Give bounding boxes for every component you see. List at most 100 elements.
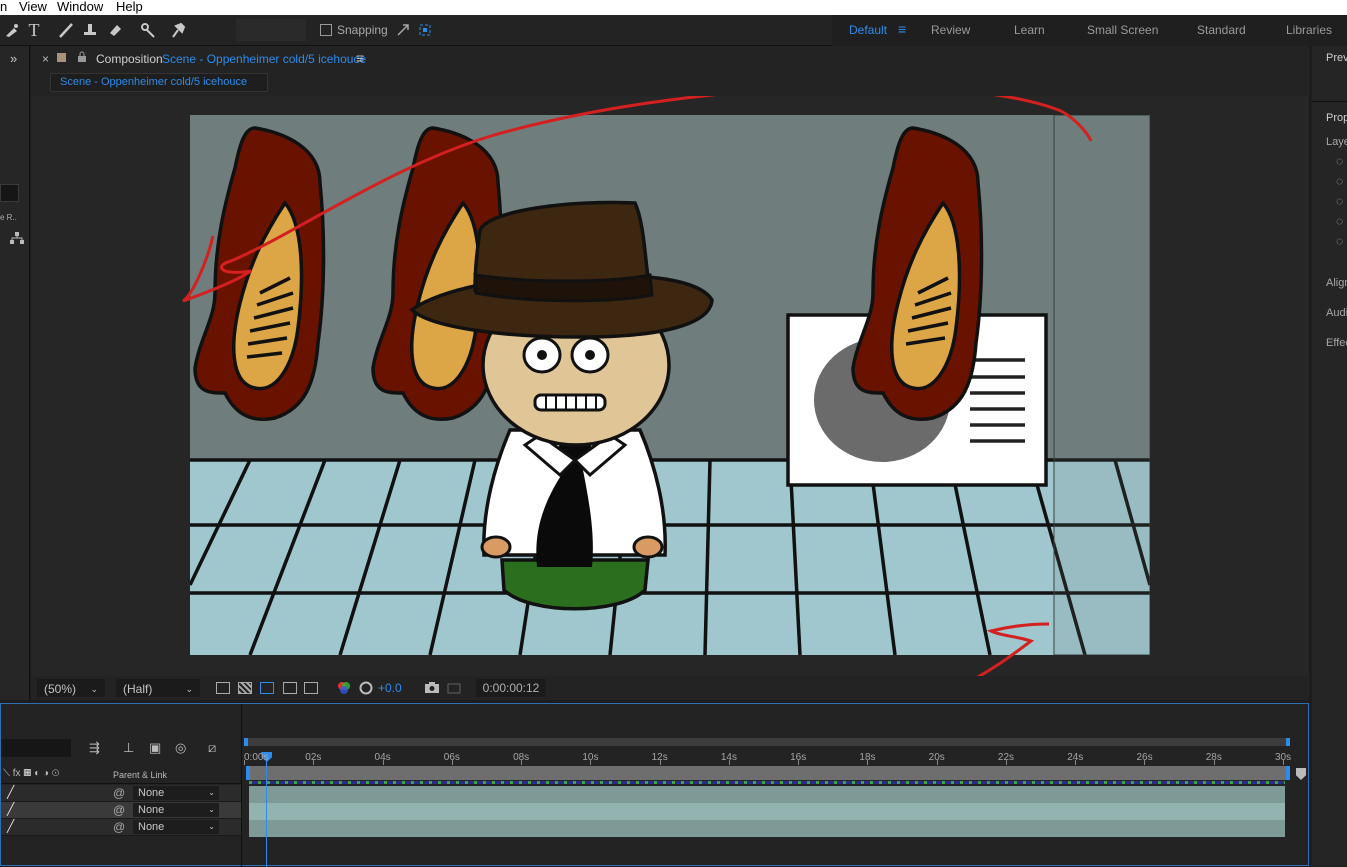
reset-exposure-icon[interactable] [359,681,373,699]
motion-blur-icon[interactable]: ◎ [175,740,186,756]
layer-row[interactable]: ╱ @ None ⌄ [1,802,241,819]
switches-header-icons: ⟍ fx ▦ ◐ ◑ ⊙ [3,768,60,779]
snapshot-camera-icon[interactable] [424,681,440,699]
exposure-value[interactable]: +0.0 [378,679,402,697]
menu-item-partial[interactable]: n [0,0,7,14]
ruler-tick-mark [867,760,869,765]
layer-row[interactable]: ╱ @ None ⌄ [1,819,241,836]
zoom-dropdown[interactable]: (50%) ⌄ [37,679,105,697]
parent-dropdown[interactable]: None ⌄ [133,803,219,817]
stopwatch-icon-2[interactable]: ◌ [1336,174,1343,188]
parent-value: None [138,787,165,799]
draft-3d-icon[interactable]: ⊥ [123,740,134,756]
timeline-search-input[interactable] [1,739,71,757]
properties-panel-title[interactable]: Prop [1326,112,1347,124]
puppet-pin-icon[interactable] [0,18,24,42]
stopwatch-icon-1[interactable]: ◌ [1336,154,1343,168]
layer-column-headers: ⟍ fx ▦ ◐ ◑ ⊙ Parent & Link [1,767,241,784]
menu-window[interactable]: Window [57,0,103,14]
audio-panel-title[interactable]: Audi [1326,307,1347,319]
close-panel-icon[interactable]: × [42,52,49,66]
tools-toolbar: T Snapping Default ≡ Review Learn Small … [0,15,1347,46]
show-snapshot-icon[interactable] [447,681,461,699]
type-tool-icon[interactable]: T [22,18,46,42]
channels-icon[interactable] [337,681,351,699]
ruler-tick-mark [936,760,938,765]
stopwatch-icon-3[interactable]: ◌ [1336,194,1343,208]
parent-dropdown[interactable]: None ⌄ [133,786,219,800]
clone-stamp-tool-icon[interactable] [78,18,102,42]
viewer-controls: (50%) ⌄ (Half) ⌄ +0.0 0:00:00:12 [31,676,1309,700]
timeline-panel: ⇶ ⊥ ▣ ◎ ⧄ ⟍ fx ▦ ◐ ◑ ⊙ Parent & Link ╱ @… [0,703,1309,867]
transparency-grid-icon[interactable] [238,682,252,694]
workspace-default[interactable]: Default [849,23,887,37]
align-panel-title[interactable]: Align [1326,277,1347,289]
pickwhip-icon[interactable]: @ [113,803,125,817]
snapping-checkbox[interactable] [320,24,332,36]
expand-panels-icon[interactable]: » [10,51,17,66]
stopwatch-icon-4[interactable]: ◌ [1336,214,1343,228]
layer-duration-bar[interactable] [249,820,1285,837]
right-panels: Previ Prop Laye ◌ ◌ ◌ ◌ ◌ Align Audi Eff… [1312,46,1347,866]
preview-panel-title[interactable]: Previ [1326,52,1347,64]
layer-switch-icon[interactable]: ╱ [7,802,14,816]
fast-previews-icon[interactable] [216,682,230,694]
layer-switch-icon[interactable]: ╱ [7,819,14,833]
workspace-review[interactable]: Review [931,23,970,37]
pickwhip-icon[interactable]: @ [113,820,125,834]
brush-tool-icon[interactable] [54,18,78,42]
menu-view[interactable]: View [19,0,47,14]
guides-icon[interactable] [304,682,318,694]
ruler-tick-mark [1213,760,1215,765]
comp-color-label[interactable] [57,53,66,62]
project-search-input[interactable] [0,184,19,202]
menu-help[interactable]: Help [116,0,143,14]
snapping-label: Snapping [337,23,388,37]
layer-row[interactable]: ╱ @ None ⌄ [1,785,241,802]
layer-switch-icon[interactable]: ╱ [7,785,14,799]
pin-tool-icon[interactable] [166,18,190,42]
roto-brush-tool-icon[interactable] [136,18,160,42]
playhead[interactable] [261,752,273,867]
pickwhip-icon[interactable]: @ [113,786,125,800]
zoom-value: (50%) [44,682,77,696]
axis-mode-group[interactable] [236,19,306,41]
parent-value: None [138,804,165,816]
snap-target-icon[interactable] [413,18,437,42]
effects-panel-title[interactable]: Effec [1326,337,1347,349]
layer-duration-bar[interactable] [249,803,1285,820]
ruler-tick-mark [382,760,384,765]
left-panel-label: e R.. [0,213,17,222]
composition-viewer[interactable] [31,96,1309,676]
parent-value: None [138,821,165,833]
composition-name[interactable]: Scene - Oppenheimer cold/5 icehouce [162,52,366,66]
resolution-dropdown[interactable]: (Half) ⌄ [116,679,200,697]
frame-blending-icon[interactable]: ▣ [149,740,161,756]
flowchart-icon[interactable] [10,232,24,244]
mask-visibility-icon[interactable] [260,682,274,694]
snap-expand-icon[interactable] [391,18,415,42]
ruler-tick-mark [728,760,730,765]
resolution-value: (Half) [123,682,153,696]
workspace-standard[interactable]: Standard [1197,23,1246,37]
work-area-bar[interactable] [244,738,1290,746]
graph-editor-icon[interactable]: ⧄ [208,740,216,756]
comp-tab[interactable]: Scene - Oppenheimer cold/5 icehouce [50,73,268,92]
workspace-menu-icon[interactable]: ≡ [898,21,906,37]
cache-indicator [249,781,1285,784]
ruler-tick-mark [313,760,315,765]
ruler-tick-mark [1075,760,1077,765]
eraser-tool-icon[interactable] [103,18,127,42]
workspace-libraries[interactable]: Libraries [1286,23,1332,37]
stopwatch-icon-5[interactable]: ◌ [1336,234,1343,248]
lock-icon[interactable] [77,51,87,66]
comp-mini-flowchart-icon[interactable]: ⇶ [89,740,100,756]
parent-dropdown[interactable]: None ⌄ [133,820,219,834]
current-timecode[interactable]: 0:00:00:12 [476,679,546,697]
workspace-learn[interactable]: Learn [1014,23,1045,37]
workspace-small-screen[interactable]: Small Screen [1087,23,1158,37]
layer-duration-bar[interactable] [249,786,1285,803]
region-of-interest-icon[interactable] [283,682,297,694]
end-marker-icon[interactable] [1296,768,1306,780]
panel-menu-icon[interactable]: ≡ [356,50,364,66]
